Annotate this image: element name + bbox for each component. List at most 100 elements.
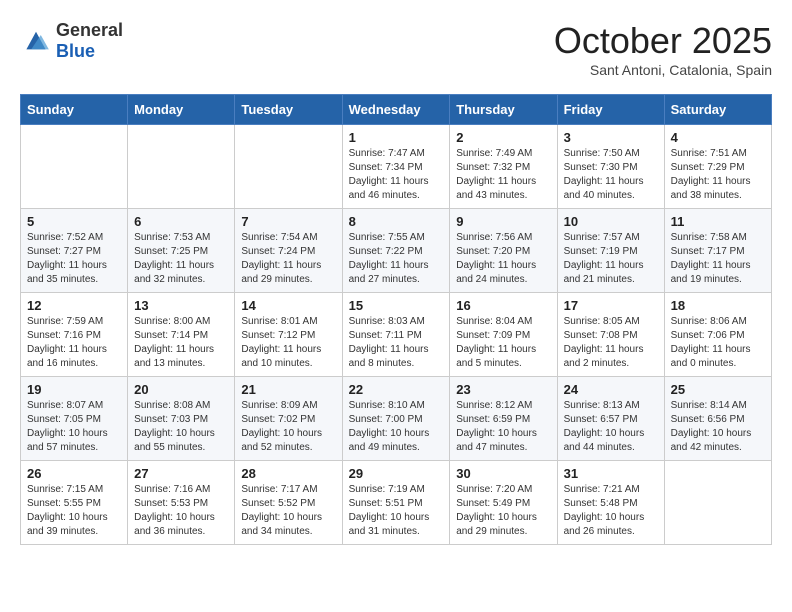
- calendar-cell: 26 Sunrise: 7:15 AM Sunset: 5:55 PM Dayli…: [21, 461, 128, 545]
- calendar-cell: 4 Sunrise: 7:51 AM Sunset: 7:29 PM Daylig…: [664, 125, 771, 209]
- calendar-week-5: 26 Sunrise: 7:15 AM Sunset: 5:55 PM Dayli…: [21, 461, 772, 545]
- calendar-cell: [21, 125, 128, 209]
- weekday-header-wednesday: Wednesday: [342, 95, 450, 125]
- title-block: October 2025 Sant Antoni, Catalonia, Spa…: [554, 20, 772, 78]
- cell-content: Sunrise: 8:05 AM Sunset: 7:08 PM Dayligh…: [564, 315, 658, 371]
- cell-content: Sunrise: 7:51 AM Sunset: 7:29 PM Dayligh…: [671, 147, 765, 203]
- cell-content: Sunrise: 7:47 AM Sunset: 7:34 PM Dayligh…: [349, 147, 444, 203]
- cell-content: Sunrise: 7:17 AM Sunset: 5:52 PM Dayligh…: [241, 483, 335, 539]
- calendar-cell: 20 Sunrise: 8:08 AM Sunset: 7:03 PM Dayli…: [128, 377, 235, 461]
- calendar-cell: [664, 461, 771, 545]
- calendar-cell: 31 Sunrise: 7:21 AM Sunset: 5:48 PM Dayli…: [557, 461, 664, 545]
- calendar-cell: 3Sunrise: 7:50 AM Sunset: 7:30 PM Daylig…: [557, 125, 664, 209]
- cell-content: Sunrise: 8:08 AM Sunset: 7:03 PM Dayligh…: [134, 399, 228, 455]
- cell-content: Sunrise: 7:57 AM Sunset: 7:19 PM Dayligh…: [564, 231, 658, 287]
- day-number: 2: [456, 130, 550, 145]
- cell-content: Sunrise: 8:07 AM Sunset: 7:05 PM Dayligh…: [27, 399, 121, 455]
- location-text: Sant Antoni, Catalonia, Spain: [554, 62, 772, 78]
- calendar-week-1: 1 Sunrise: 7:47 AM Sunset: 7:34 PM Daylig…: [21, 125, 772, 209]
- calendar-cell: 2Sunrise: 7:49 AM Sunset: 7:32 PM Daylig…: [450, 125, 557, 209]
- day-number: 15: [349, 298, 444, 313]
- calendar-cell: 1 Sunrise: 7:47 AM Sunset: 7:34 PM Daylig…: [342, 125, 450, 209]
- day-number: 3: [564, 130, 658, 145]
- calendar-week-3: 12Sunrise: 7:59 AM Sunset: 7:16 PM Dayli…: [21, 293, 772, 377]
- day-number: 26: [27, 466, 121, 481]
- day-number: 25: [671, 382, 765, 397]
- calendar-week-2: 5 Sunrise: 7:52 AM Sunset: 7:27 PM Daylig…: [21, 209, 772, 293]
- cell-content: Sunrise: 7:55 AM Sunset: 7:22 PM Dayligh…: [349, 231, 444, 287]
- cell-content: Sunrise: 8:04 AM Sunset: 7:09 PM Dayligh…: [456, 315, 550, 371]
- cell-content: Sunrise: 8:10 AM Sunset: 7:00 PM Dayligh…: [349, 399, 444, 455]
- day-number: 13: [134, 298, 228, 313]
- day-number: 19: [27, 382, 121, 397]
- cell-content: Sunrise: 8:01 AM Sunset: 7:12 PM Dayligh…: [241, 315, 335, 371]
- calendar-cell: 18 Sunrise: 8:06 AM Sunset: 7:06 PM Dayli…: [664, 293, 771, 377]
- cell-content: Sunrise: 7:19 AM Sunset: 5:51 PM Dayligh…: [349, 483, 444, 539]
- cell-content: Sunrise: 7:15 AM Sunset: 5:55 PM Dayligh…: [27, 483, 121, 539]
- day-number: 17: [564, 298, 658, 313]
- calendar-cell: 24 Sunrise: 8:13 AM Sunset: 6:57 PM Dayli…: [557, 377, 664, 461]
- month-title: October 2025: [554, 20, 772, 62]
- calendar-cell: 7 Sunrise: 7:54 AM Sunset: 7:24 PM Daylig…: [235, 209, 342, 293]
- calendar-week-4: 19 Sunrise: 8:07 AM Sunset: 7:05 PM Dayli…: [21, 377, 772, 461]
- calendar-cell: 19 Sunrise: 8:07 AM Sunset: 7:05 PM Dayli…: [21, 377, 128, 461]
- cell-content: Sunrise: 8:00 AM Sunset: 7:14 PM Dayligh…: [134, 315, 228, 371]
- cell-content: Sunrise: 7:56 AM Sunset: 7:20 PM Dayligh…: [456, 231, 550, 287]
- calendar-cell: 21 Sunrise: 8:09 AM Sunset: 7:02 PM Dayli…: [235, 377, 342, 461]
- calendar-cell: 11 Sunrise: 7:58 AM Sunset: 7:17 PM Dayli…: [664, 209, 771, 293]
- cell-content: Sunrise: 8:12 AM Sunset: 6:59 PM Dayligh…: [456, 399, 550, 455]
- day-number: 27: [134, 466, 228, 481]
- cell-content: Sunrise: 8:14 AM Sunset: 6:56 PM Dayligh…: [671, 399, 765, 455]
- day-number: 11: [671, 214, 765, 229]
- cell-content: Sunrise: 7:54 AM Sunset: 7:24 PM Dayligh…: [241, 231, 335, 287]
- logo: General Blue: [20, 20, 123, 62]
- calendar-cell: [128, 125, 235, 209]
- weekday-header-sunday: Sunday: [21, 95, 128, 125]
- day-number: 30: [456, 466, 550, 481]
- day-number: 4: [671, 130, 765, 145]
- calendar-cell: [235, 125, 342, 209]
- cell-content: Sunrise: 7:58 AM Sunset: 7:17 PM Dayligh…: [671, 231, 765, 287]
- calendar-cell: 12Sunrise: 7:59 AM Sunset: 7:16 PM Dayli…: [21, 293, 128, 377]
- calendar-cell: 30Sunrise: 7:20 AM Sunset: 5:49 PM Dayli…: [450, 461, 557, 545]
- weekday-header-monday: Monday: [128, 95, 235, 125]
- calendar-cell: 10Sunrise: 7:57 AM Sunset: 7:19 PM Dayli…: [557, 209, 664, 293]
- day-number: 12: [27, 298, 121, 313]
- calendar-cell: 23 Sunrise: 8:12 AM Sunset: 6:59 PM Dayli…: [450, 377, 557, 461]
- day-number: 28: [241, 466, 335, 481]
- cell-content: Sunrise: 8:09 AM Sunset: 7:02 PM Dayligh…: [241, 399, 335, 455]
- day-number: 18: [671, 298, 765, 313]
- calendar-cell: 6 Sunrise: 7:53 AM Sunset: 7:25 PM Daylig…: [128, 209, 235, 293]
- day-number: 20: [134, 382, 228, 397]
- weekday-header-tuesday: Tuesday: [235, 95, 342, 125]
- cell-content: Sunrise: 7:52 AM Sunset: 7:27 PM Dayligh…: [27, 231, 121, 287]
- day-number: 1: [349, 130, 444, 145]
- cell-content: Sunrise: 7:21 AM Sunset: 5:48 PM Dayligh…: [564, 483, 658, 539]
- cell-content: Sunrise: 8:03 AM Sunset: 7:11 PM Dayligh…: [349, 315, 444, 371]
- cell-content: Sunrise: 7:53 AM Sunset: 7:25 PM Dayligh…: [134, 231, 228, 287]
- day-number: 22: [349, 382, 444, 397]
- weekday-header-friday: Friday: [557, 95, 664, 125]
- calendar-cell: 29Sunrise: 7:19 AM Sunset: 5:51 PM Dayli…: [342, 461, 450, 545]
- logo-blue-text: Blue: [56, 41, 95, 61]
- cell-content: Sunrise: 8:06 AM Sunset: 7:06 PM Dayligh…: [671, 315, 765, 371]
- calendar-cell: 9 Sunrise: 7:56 AM Sunset: 7:20 PM Daylig…: [450, 209, 557, 293]
- calendar-cell: 5 Sunrise: 7:52 AM Sunset: 7:27 PM Daylig…: [21, 209, 128, 293]
- calendar-cell: 22 Sunrise: 8:10 AM Sunset: 7:00 PM Dayli…: [342, 377, 450, 461]
- day-number: 6: [134, 214, 228, 229]
- day-number: 24: [564, 382, 658, 397]
- day-number: 31: [564, 466, 658, 481]
- day-number: 9: [456, 214, 550, 229]
- day-number: 14: [241, 298, 335, 313]
- day-number: 16: [456, 298, 550, 313]
- cell-content: Sunrise: 8:13 AM Sunset: 6:57 PM Dayligh…: [564, 399, 658, 455]
- calendar-table: SundayMondayTuesdayWednesdayThursdayFrid…: [20, 94, 772, 545]
- day-number: 7: [241, 214, 335, 229]
- weekday-header-thursday: Thursday: [450, 95, 557, 125]
- logo-icon: [20, 27, 52, 55]
- day-number: 5: [27, 214, 121, 229]
- day-number: 21: [241, 382, 335, 397]
- day-number: 23: [456, 382, 550, 397]
- calendar-cell: 17 Sunrise: 8:05 AM Sunset: 7:08 PM Dayli…: [557, 293, 664, 377]
- day-number: 8: [349, 214, 444, 229]
